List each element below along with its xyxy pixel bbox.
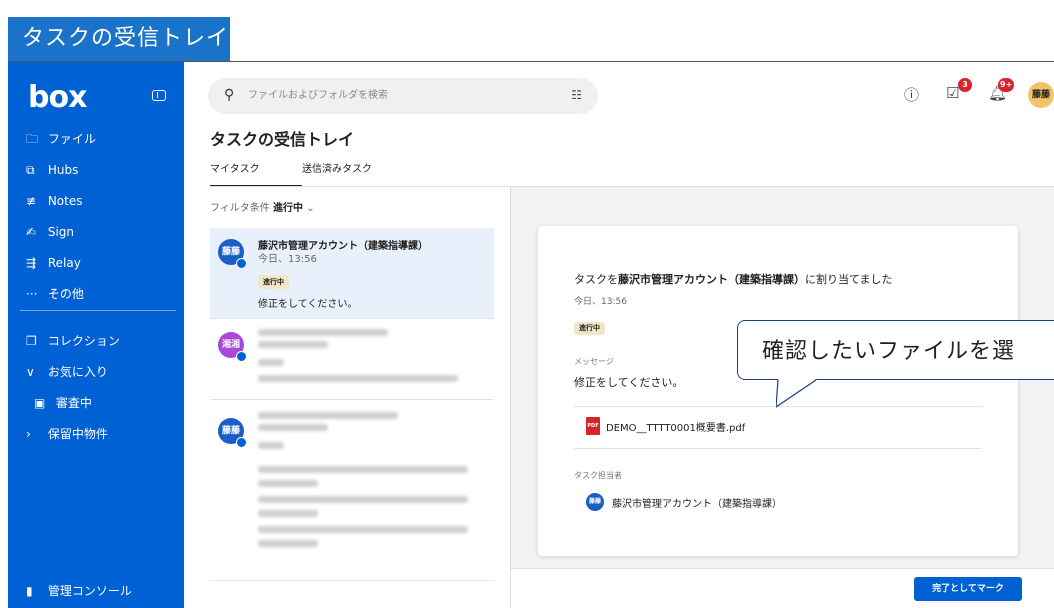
collection-icon: ❐ bbox=[26, 334, 37, 348]
callout-tail bbox=[776, 379, 817, 408]
filter-row[interactable]: フィルタ条件 進行中 ⌄ bbox=[210, 199, 315, 214]
sidebar: box 🗀 ファイル ⧉ Hubs ≢ Notes ✍ Sign ⇶ Relay… bbox=[8, 62, 184, 608]
notes-icon: ≢ bbox=[26, 194, 37, 208]
sidebar-item-label: 保留中物件 bbox=[47, 427, 108, 441]
sidebar-item-relay[interactable]: ⇶ Relay bbox=[8, 250, 184, 276]
redacted-text bbox=[258, 526, 468, 533]
redacted-text bbox=[258, 375, 458, 382]
filter-icon[interactable]: ☷ bbox=[571, 88, 582, 102]
sidebar-item-label: お気に入り bbox=[47, 365, 108, 379]
sidebar-divider bbox=[20, 310, 176, 311]
redacted-text bbox=[258, 341, 328, 348]
folder-shared-icon: ▣ bbox=[34, 396, 46, 410]
sign-icon: ✍ bbox=[26, 225, 37, 239]
task-message: 修正をしてください。 bbox=[258, 299, 358, 310]
chevron-down-icon: ⌄ bbox=[306, 203, 315, 214]
filter-value: 進行中 bbox=[273, 203, 303, 214]
notifications-badge: 9+ bbox=[998, 78, 1015, 92]
sidebar-item-label: 審査中 bbox=[55, 396, 92, 410]
task-time: 今日、13:56 bbox=[258, 254, 317, 265]
sidebar-item-more[interactable]: ··· その他 bbox=[8, 281, 184, 307]
redacted-text bbox=[258, 329, 388, 336]
task-badge-icon bbox=[236, 437, 247, 448]
sidebar-item-label: Sign bbox=[47, 225, 75, 239]
help-icon[interactable]: ⓘ bbox=[904, 84, 919, 105]
divider bbox=[574, 448, 982, 449]
chevron-down-icon: ∨ bbox=[26, 365, 35, 379]
sidebar-item-label: Relay bbox=[47, 256, 81, 270]
avatar: 藤藤 bbox=[586, 493, 604, 511]
search-placeholder: ファイルおよびフォルダを検索 bbox=[248, 90, 388, 101]
chart-icon: ▮ bbox=[26, 584, 33, 598]
folder-icon: 🗀 bbox=[26, 132, 39, 146]
list-item[interactable]: 藤藤 藤沢市管理アカウント（建築指導課） 今日、13:56 進行中 修正をしてく… bbox=[210, 228, 494, 318]
header-icons: ⓘ ☑ 3 🔔︎ 9+ 藤藤 bbox=[884, 78, 1054, 110]
detail-time: 今日、13:56 bbox=[574, 297, 627, 307]
sidebar-item-hubs[interactable]: ⧉ Hubs bbox=[8, 157, 184, 183]
task-list: フィルタ条件 進行中 ⌄ 藤藤 藤沢市管理アカウント（建築指導課） 今日、13:… bbox=[210, 187, 494, 608]
sidebar-item-favorites[interactable]: ∨ お気に入り bbox=[8, 359, 184, 385]
sidebar-item-label: 管理コンソール bbox=[47, 584, 132, 598]
task-badge-icon bbox=[236, 258, 247, 269]
file-link[interactable]: DEMO__TTTT0001概要書.pdf bbox=[606, 419, 745, 434]
filter-label: フィルタ条件 bbox=[210, 203, 270, 214]
page-title: タスクの受信トレイ bbox=[8, 17, 230, 61]
redacted-text bbox=[258, 359, 284, 366]
sidebar-collapse-icon[interactable] bbox=[152, 90, 166, 101]
message-text: 修正をしてください。 bbox=[574, 376, 684, 389]
sidebar-item-admin-console[interactable]: ▮ 管理コンソール bbox=[8, 578, 184, 604]
sidebar-item-label: コレクション bbox=[47, 334, 120, 348]
sidebar-item-label: その他 bbox=[47, 287, 84, 301]
tasks-badge: 3 bbox=[958, 78, 972, 92]
sidebar-item-label: Hubs bbox=[47, 163, 79, 177]
assignment-prefix: タスクを bbox=[574, 273, 618, 286]
more-icon: ··· bbox=[26, 287, 38, 301]
redacted-text bbox=[258, 424, 328, 431]
list-item[interactable]: 藤藤 bbox=[210, 400, 494, 580]
hubs-icon: ⧉ bbox=[26, 163, 35, 177]
list-item[interactable]: 湘湘 bbox=[210, 319, 494, 399]
callout-annotation: 確認したいファイルを選 bbox=[737, 320, 1054, 380]
pdf-icon: PDF bbox=[586, 417, 600, 435]
sidebar-item-files[interactable]: 🗀 ファイル bbox=[8, 126, 184, 152]
assignee-label: タスク担当者 bbox=[574, 471, 622, 480]
sidebar-item-pending[interactable]: › 保留中物件 bbox=[8, 421, 184, 447]
box-logo[interactable]: box bbox=[28, 80, 87, 115]
sidebar-item-collections[interactable]: ❐ コレクション bbox=[8, 328, 184, 354]
callout-text: 確認したいファイルを選 bbox=[762, 339, 1016, 364]
redacted-text bbox=[258, 480, 318, 487]
message-label: メッセージ bbox=[574, 357, 614, 366]
avatar[interactable]: 藤藤 bbox=[1028, 82, 1054, 108]
divider bbox=[511, 568, 1054, 569]
tab-my-tasks[interactable]: マイタスク bbox=[210, 160, 260, 175]
redacted-text bbox=[258, 540, 318, 547]
redacted-text bbox=[258, 466, 468, 473]
status-badge: 進行中 bbox=[258, 275, 289, 289]
sidebar-item-under-review[interactable]: ▣ 審査中 bbox=[8, 390, 184, 416]
assignment-suffix: に割り当てました bbox=[805, 273, 893, 286]
redacted-text bbox=[258, 412, 398, 419]
task-badge-icon bbox=[236, 351, 247, 362]
redacted-text bbox=[258, 442, 284, 449]
mark-complete-button[interactable]: 完了としてマーク bbox=[914, 577, 1022, 601]
tab-sent-tasks[interactable]: 送信済みタスク bbox=[302, 160, 372, 175]
sidebar-item-label: ファイル bbox=[47, 132, 96, 146]
search-input[interactable]: ⚲ ファイルおよびフォルダを検索 ☷ bbox=[208, 78, 598, 114]
status-badge: 進行中 bbox=[574, 322, 605, 335]
sidebar-item-label: Notes bbox=[47, 194, 83, 208]
assignee-name: 藤沢市管理アカウント（建築指導課） bbox=[612, 499, 782, 510]
redacted-text bbox=[258, 510, 318, 517]
sidebar-item-notes[interactable]: ≢ Notes bbox=[8, 188, 184, 214]
page-heading: タスクの受信トレイ bbox=[210, 130, 355, 149]
chevron-right-icon: › bbox=[26, 427, 31, 441]
redacted-text bbox=[258, 496, 468, 503]
divider bbox=[210, 580, 494, 581]
assignee-link[interactable]: 藤沢市管理アカウント（建築指導課） bbox=[618, 273, 805, 286]
assignment-text: タスクを藤沢市管理アカウント（建築指導課）に割り当てました bbox=[574, 271, 892, 287]
search-icon: ⚲ bbox=[224, 87, 235, 103]
relay-icon: ⇶ bbox=[26, 256, 37, 270]
sidebar-item-sign[interactable]: ✍ Sign bbox=[8, 219, 184, 245]
